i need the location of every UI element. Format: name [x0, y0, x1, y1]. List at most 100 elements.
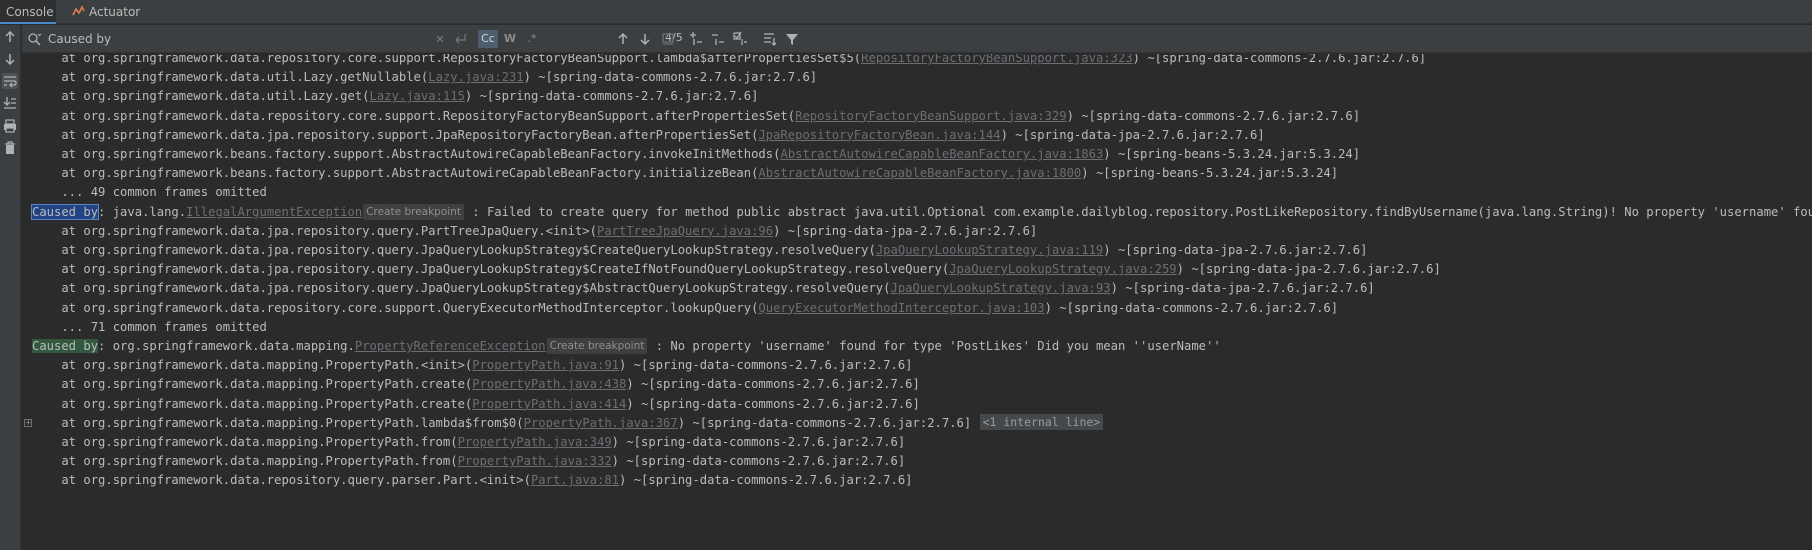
- newline-icon[interactable]: [452, 31, 468, 47]
- console-text: : org.springframework.data.mapping.: [98, 339, 355, 353]
- source-link[interactable]: AbstractAutowireCapableBeanFactory.java:…: [758, 166, 1081, 180]
- console-text: at org.springframework.data.mapping.Prop…: [32, 435, 458, 449]
- tool-window-tabbar: Console Actuator: [0, 0, 1812, 24]
- console-text: ) ~[spring-data-jpa-2.7.6.jar:2.7.6]: [773, 223, 1038, 238]
- internal-lines-fold[interactable]: <1 internal line>: [979, 413, 1104, 430]
- console-search-bar: Cc W .* 4/5: [22, 25, 1812, 53]
- console-text: : No property 'username' found for type …: [648, 339, 1221, 353]
- console-text: ) ~[spring-data-commons-2.7.6.jar:2.7.6]: [677, 415, 979, 430]
- source-link[interactable]: PropertyPath.java:349: [458, 435, 612, 449]
- console-text: ) ~[spring-data-commons-2.7.6.jar:2.7.6]: [626, 396, 920, 411]
- console-text: ) ~[spring-data-commons-2.7.6.jar:2.7.6]: [626, 377, 920, 392]
- source-link[interactable]: RepositoryFactoryBeanSupport.java:329: [795, 109, 1067, 123]
- console-line: at org.springframework.data.repository.q…: [32, 471, 913, 489]
- console-line: at org.springframework.data.mapping.Prop…: [32, 452, 905, 470]
- console-text: : java.lang.: [98, 204, 187, 219]
- console-text: at org.springframework.data.jpa.reposito…: [32, 243, 876, 257]
- console-text: at org.springframework.data.repository.q…: [32, 473, 531, 488]
- source-link[interactable]: PropertyPath.java:438: [472, 377, 626, 391]
- source-link[interactable]: Lazy.java:115: [370, 89, 465, 103]
- console-text: at org.springframework.data.jpa.reposito…: [32, 223, 597, 238]
- clear-icon[interactable]: [432, 31, 448, 47]
- console-text: at org.springframework.data.util.Lazy.ge…: [32, 70, 429, 85]
- source-link[interactable]: JpaQueryLookupStrategy.java:259: [949, 262, 1176, 276]
- tab-actuator[interactable]: Actuator: [70, 0, 146, 24]
- console-text: at org.springframework.data.mapping.Prop…: [32, 415, 524, 430]
- regex-toggle[interactable]: .*: [522, 30, 542, 48]
- console-text: ) ~[spring-data-commons-2.7.6.jar:2.7.6]: [611, 454, 906, 469]
- console-text: ) ~[spring-data-commons-2.7.6.jar:2.7.6]: [1066, 108, 1361, 123]
- console-line: ... 71 common frames omitted: [32, 318, 266, 336]
- console-text: ... 49 common frames omitted: [32, 185, 267, 200]
- next-occurrence-icon[interactable]: [637, 31, 653, 47]
- arrow-down-icon[interactable]: [2, 51, 18, 67]
- source-link[interactable]: JpaQueryLookupStrategy.java:93: [891, 281, 1111, 295]
- remove-occurrence-icon[interactable]: [710, 31, 726, 47]
- fold-expand-icon[interactable]: +: [24, 418, 32, 427]
- search-match: Caused by: [32, 339, 99, 353]
- arrow-up-icon[interactable]: [2, 29, 18, 45]
- source-link[interactable]: Part.java:81: [531, 473, 619, 487]
- create-breakpoint-button[interactable]: Create breakpoint: [546, 338, 648, 354]
- scroll-to-end-icon[interactable]: [2, 95, 18, 111]
- console-text: ) ~[spring-data-commons-2.7.6.jar:2.7.6]: [611, 435, 906, 449]
- previous-occurrence-icon[interactable]: [615, 31, 631, 47]
- console-line: at org.springframework.beans.factory.sup…: [32, 145, 1360, 163]
- console-text: at org.springframework.data.jpa.reposito…: [32, 262, 950, 277]
- toggle-select-icon[interactable]: [732, 31, 748, 47]
- source-link[interactable]: PropertyPath.java:367: [524, 416, 678, 430]
- trash-icon[interactable]: [2, 140, 18, 156]
- console-text: at org.springframework.data.mapping.Prop…: [32, 396, 473, 411]
- filter-icon[interactable]: [784, 31, 800, 47]
- source-link[interactable]: JpaRepositoryFactoryBean.java:144: [758, 128, 1000, 142]
- create-breakpoint-button[interactable]: Create breakpoint: [363, 203, 464, 220]
- console-text: at org.springframework.data.mapping.Prop…: [32, 377, 473, 392]
- console-line: at org.springframework.data.jpa.reposito…: [32, 260, 1440, 278]
- source-link[interactable]: QueryExecutorMethodInterceptor.java:103: [758, 301, 1044, 315]
- console-text: ) ~[spring-beans-5.3.24.jar:5.3.24]: [1081, 166, 1339, 181]
- source-link[interactable]: Lazy.java:231: [428, 70, 523, 84]
- console-text: at org.springframework.data.repository.c…: [32, 300, 759, 315]
- source-link[interactable]: JpaQueryLookupStrategy.java:119: [876, 243, 1103, 257]
- console-line: at org.springframework.data.jpa.reposito…: [32, 222, 1037, 240]
- source-link[interactable]: PropertyReferenceException: [355, 339, 546, 353]
- soft-wrap-icon[interactable]: [2, 73, 18, 89]
- console-line: at org.springframework.data.util.Lazy.ge…: [32, 68, 817, 86]
- select-all-occurrences-icon[interactable]: [660, 31, 676, 47]
- console-line: at org.springframework.data.mapping.Prop…: [32, 375, 920, 393]
- console-text: ) ~[spring-data-jpa-2.7.6.jar:2.7.6]: [1103, 243, 1368, 257]
- console-line: at org.springframework.data.mapping.Prop…: [32, 433, 905, 451]
- console-text: at org.springframework.beans.factory.sup…: [32, 147, 781, 161]
- tab-console[interactable]: Console: [0, 0, 56, 24]
- console-text: ) ~[spring-data-commons-2.7.6.jar:2.7.6]: [619, 358, 913, 373]
- console-line: at org.springframework.data.repository.c…: [32, 54, 1426, 67]
- filter-lines-icon[interactable]: [762, 31, 778, 47]
- console-line: at org.springframework.data.mapping.Prop…: [32, 395, 920, 413]
- search-icon[interactable]: [26, 31, 42, 47]
- source-link[interactable]: PropertyPath.java:332: [458, 454, 612, 468]
- console-text: ) ~[spring-data-commons-2.7.6.jar:2.7.6]: [464, 89, 759, 104]
- add-occurrence-icon[interactable]: [688, 31, 704, 47]
- search-match-current: Caused by: [30, 203, 100, 220]
- source-link[interactable]: RepositoryFactoryBeanSupport.java:323: [861, 54, 1133, 65]
- source-link[interactable]: AbstractAutowireCapableBeanFactory.java:…: [780, 147, 1103, 161]
- console-text: at org.springframework.data.mapping.Prop…: [32, 358, 473, 373]
- source-link[interactable]: IllegalArgumentException: [186, 205, 362, 219]
- console-line: at org.springframework.data.repository.c…: [32, 107, 1360, 125]
- source-link[interactable]: PropertyPath.java:414: [472, 397, 626, 411]
- console-line: ... 49 common frames omitted: [32, 183, 267, 201]
- console-line: at org.springframework.data.util.Lazy.ge…: [32, 87, 758, 105]
- actuator-icon: [72, 2, 85, 16]
- console-output[interactable]: at org.springframework.data.repository.c…: [22, 54, 1812, 550]
- console-text: at org.springframework.data.jpa.reposito…: [32, 127, 759, 142]
- source-link[interactable]: PartTreeJpaQuery.java:96: [597, 224, 773, 238]
- console-text: at org.springframework.data.jpa.reposito…: [32, 281, 891, 296]
- words-toggle[interactable]: W: [500, 30, 520, 48]
- source-link[interactable]: PropertyPath.java:91: [472, 358, 619, 372]
- print-icon[interactable]: [2, 118, 18, 134]
- console-text: ) ~[spring-data-commons-2.7.6.jar:2.7.6]: [619, 473, 913, 488]
- console-text: ) ~[spring-data-commons-2.7.6.jar:2.7.6]: [523, 70, 818, 85]
- console-text: ) ~[spring-data-commons-2.7.6.jar:2.7.6]: [1132, 54, 1427, 65]
- console-line: at org.springframework.data.mapping.Prop…: [32, 413, 1104, 432]
- match-case-toggle[interactable]: Cc: [478, 30, 498, 48]
